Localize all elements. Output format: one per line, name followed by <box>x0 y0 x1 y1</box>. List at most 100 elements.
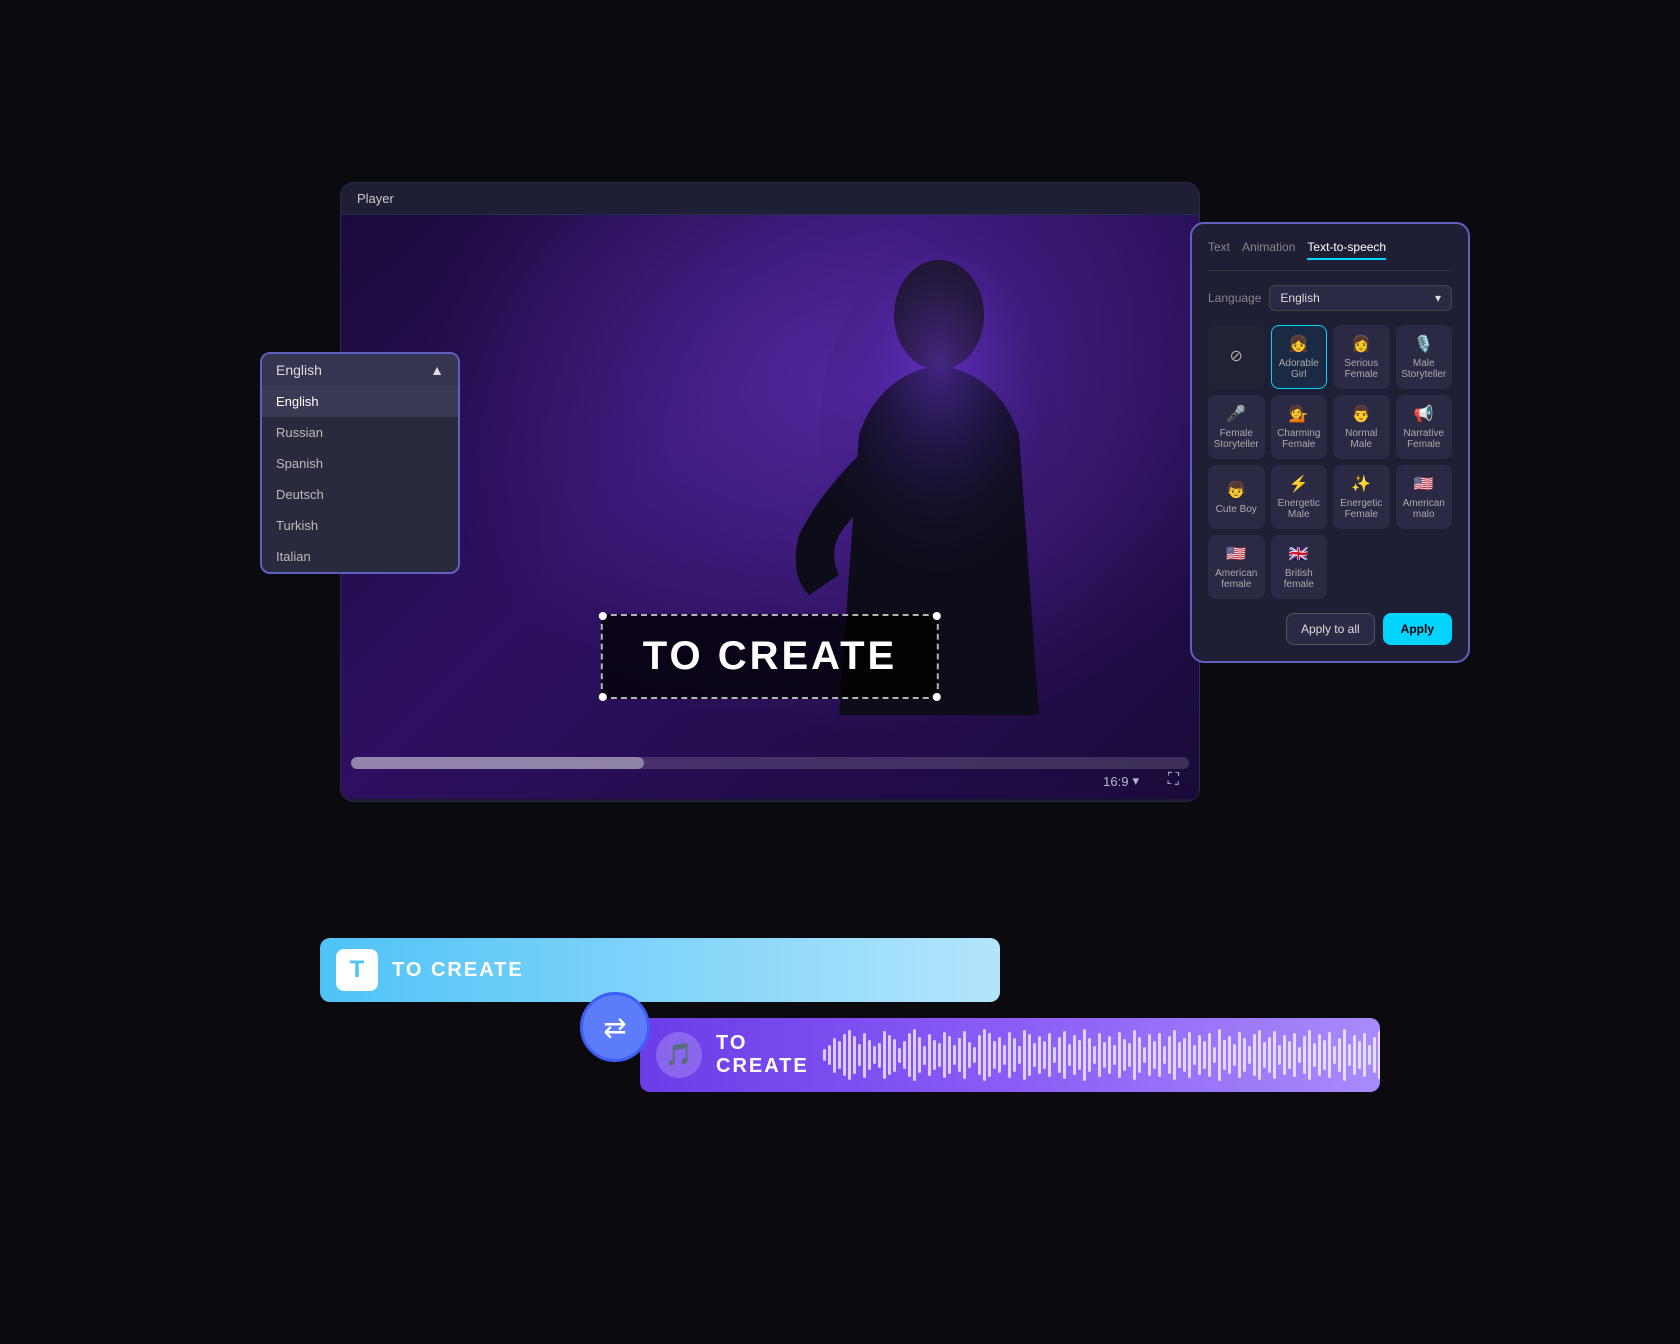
voice-british-female[interactable]: 🇬🇧 British female <box>1271 535 1328 599</box>
wave-bar <box>1138 1037 1141 1073</box>
wave-bar <box>883 1031 886 1079</box>
wave-bar <box>1223 1040 1226 1070</box>
wave-bar <box>1338 1038 1341 1072</box>
apply-button[interactable]: Apply <box>1383 613 1452 645</box>
adorable-girl-icon: 👧 <box>1289 334 1309 354</box>
language-dropdown[interactable]: English ▲ English Russian Spanish Deutsc… <box>260 352 460 574</box>
wave-bar <box>823 1049 826 1061</box>
voice-cute-boy[interactable]: 👦 Cute Boy <box>1208 465 1265 529</box>
energetic-female-icon: ✨ <box>1351 474 1371 494</box>
wave-bar <box>1193 1045 1196 1065</box>
wave-bar <box>948 1036 951 1074</box>
wave-bar <box>1048 1033 1051 1077</box>
video-ratio[interactable]: 16:9 ▾ <box>1103 773 1139 789</box>
lang-option-russian[interactable]: Russian <box>262 417 458 448</box>
voice-charming-female[interactable]: 💁 Charming Female <box>1271 395 1328 459</box>
voice-normal-male[interactable]: 👨 Normal Male <box>1333 395 1390 459</box>
tab-animation[interactable]: Animation <box>1242 240 1295 260</box>
wave-bar <box>1303 1036 1306 1074</box>
voice-adorable-girl[interactable]: 👧 Adorable Girl <box>1271 325 1328 389</box>
wave-bar <box>1148 1034 1151 1076</box>
wave-bar <box>868 1040 871 1070</box>
wave-bar <box>853 1036 856 1074</box>
charming-female-icon: 💁 <box>1289 404 1309 424</box>
british-female-icon: 🇬🇧 <box>1289 544 1309 564</box>
wave-bar <box>968 1042 971 1068</box>
wave-bar <box>1333 1046 1336 1064</box>
voice-american-female[interactable]: 🇺🇸 American female <box>1208 535 1265 599</box>
tts-action-row: Apply to all Apply <box>1208 613 1452 645</box>
chevron-down-icon: ▾ <box>1435 291 1441 305</box>
voice-energetic-female[interactable]: ✨ Energetic Female <box>1333 465 1390 529</box>
lang-option-turkish[interactable]: Turkish <box>262 510 458 541</box>
tts-language-label: Language <box>1208 291 1261 305</box>
mute-icon: ⊘ <box>1230 346 1243 366</box>
lang-dropdown-header[interactable]: English ▲ <box>262 354 458 386</box>
wave-bar <box>1288 1041 1291 1069</box>
wave-bar <box>1348 1044 1351 1066</box>
player-title-bar: Player <box>341 183 1199 215</box>
voice-male-storyteller[interactable]: 🎙️ Male Storyteller <box>1396 325 1453 389</box>
wave-bar <box>1123 1039 1126 1071</box>
video-text-overlay[interactable]: TO CREATE <box>601 614 939 699</box>
handle-tl <box>599 612 607 620</box>
tts-language-select[interactable]: English ▾ <box>1269 285 1452 311</box>
wave-bar <box>1313 1043 1316 1067</box>
wave-bar <box>938 1043 941 1067</box>
tts-tabs: Text Animation Text-to-speech <box>1208 240 1452 271</box>
wave-bar <box>1153 1041 1156 1069</box>
voice-american-malo[interactable]: 🇺🇸 American malo <box>1396 465 1453 529</box>
wave-bar <box>1243 1038 1246 1072</box>
american-female-icon: 🇺🇸 <box>1226 544 1246 564</box>
wave-bar <box>1198 1035 1201 1075</box>
wave-bar <box>1058 1037 1061 1073</box>
wave-bar <box>1318 1034 1321 1076</box>
cute-boy-icon: 👦 <box>1226 480 1246 500</box>
wave-bar <box>1178 1042 1181 1068</box>
text-track[interactable]: T TO CREATE <box>320 938 1000 1002</box>
wave-bar <box>1088 1038 1091 1072</box>
wave-bar <box>1063 1031 1066 1079</box>
wave-bar <box>1008 1032 1011 1078</box>
normal-male-icon: 👨 <box>1351 404 1371 424</box>
wave-bar <box>1363 1033 1366 1077</box>
wave-bar <box>848 1030 851 1080</box>
lang-option-english[interactable]: English <box>262 386 458 417</box>
lang-selected: English <box>276 362 322 378</box>
voice-narrative-female[interactable]: 📢 Narrative Female <box>1396 395 1453 459</box>
wave-bar <box>1253 1034 1256 1076</box>
wave-bar <box>1343 1029 1346 1081</box>
voice-serious-female[interactable]: 👩 Serious Female <box>1333 325 1390 389</box>
audio-track[interactable]: 🎵 TO CREATE <box>640 1018 1380 1092</box>
tab-text[interactable]: Text <box>1208 240 1230 260</box>
voice-energetic-male[interactable]: ⚡ Energetic Male <box>1271 465 1328 529</box>
tts-panel: Text Animation Text-to-speech Language E… <box>1190 222 1470 663</box>
wave-bar <box>1133 1030 1136 1080</box>
wave-bar <box>973 1047 976 1063</box>
energetic-male-icon: ⚡ <box>1289 474 1309 494</box>
apply-to-all-button[interactable]: Apply to all <box>1286 613 1375 645</box>
voice-muted[interactable]: ⊘ <box>1208 325 1265 389</box>
wave-bar <box>1293 1033 1296 1077</box>
wave-bar <box>1078 1040 1081 1070</box>
voice-female-storyteller[interactable]: 🎤 Female Storyteller <box>1208 395 1265 459</box>
timeline-progress <box>351 757 644 769</box>
swap-icon[interactable]: ⇄ <box>580 992 650 1062</box>
wave-bar <box>958 1038 961 1072</box>
wave-bar <box>1128 1043 1131 1067</box>
wave-bar <box>988 1033 991 1077</box>
player-window: Player <box>340 182 1200 802</box>
lang-option-spanish[interactable]: Spanish <box>262 448 458 479</box>
lang-option-deutsch[interactable]: Deutsch <box>262 479 458 510</box>
lang-option-italian[interactable]: Italian <box>262 541 458 572</box>
timeline-bar[interactable] <box>351 757 1189 769</box>
video-text-content: TO CREATE <box>643 634 897 679</box>
wave-bar <box>1263 1042 1266 1068</box>
wave-bar <box>878 1043 881 1068</box>
fullscreen-icon[interactable]: ⛶ <box>1168 771 1179 789</box>
wave-bar <box>888 1035 891 1075</box>
tab-tts[interactable]: Text-to-speech <box>1307 240 1386 260</box>
wave-bar <box>843 1034 846 1076</box>
wave-bar <box>1158 1033 1161 1077</box>
wave-bar <box>1073 1035 1076 1075</box>
